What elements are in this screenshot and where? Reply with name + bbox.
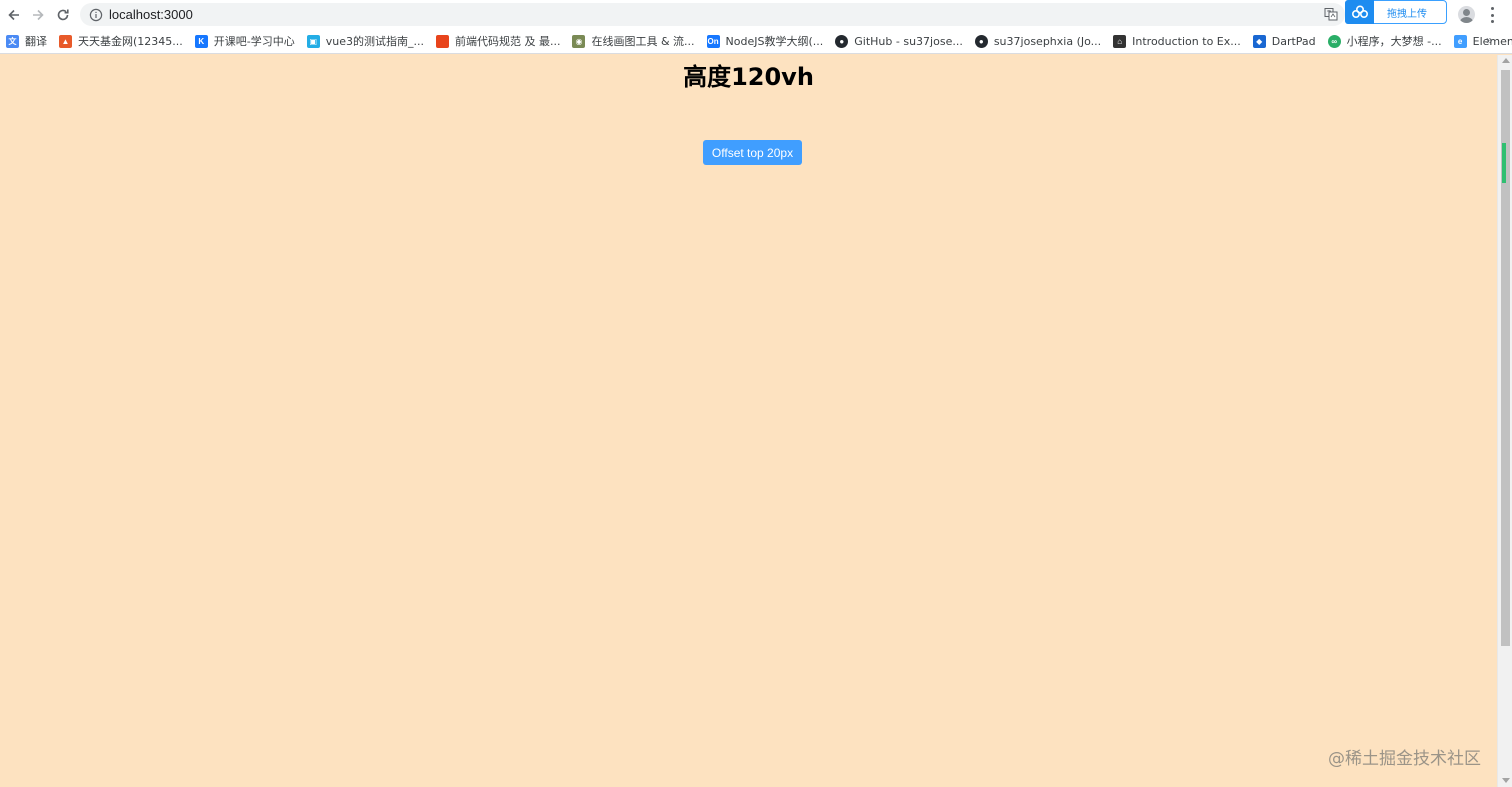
fund-icon: ▲ [59, 34, 72, 48]
scroll-up-arrow-icon[interactable] [1502, 58, 1510, 63]
bookmark-item[interactable]: ∞ 小程序，大梦想 -... [1322, 30, 1448, 52]
bookmark-label: 前端代码规范 及 最... [455, 35, 561, 48]
scrollbar-find-marker [1502, 143, 1506, 183]
github-icon: ● [974, 34, 988, 48]
code-icon [436, 34, 449, 48]
back-button[interactable] [1, 2, 26, 27]
wechat-icon: ∞ [1327, 34, 1341, 48]
forward-button[interactable] [25, 2, 50, 27]
upload-extension-label: 拖拽上传 [1387, 8, 1427, 20]
bookmark-label: 开课吧-学习中心 [213, 35, 295, 48]
watermark-text: @稀土掘金技术社区 [1328, 749, 1481, 769]
forward-arrow-icon [32, 9, 44, 20]
kaikeba-icon: K [194, 34, 208, 48]
scroll-down-arrow-icon[interactable] [1502, 778, 1510, 783]
bookmark-item[interactable]: ◆ DartPad [1247, 30, 1322, 52]
bookmark-label: GitHub - su37jose... [854, 34, 963, 48]
profile-avatar-icon[interactable] [1458, 6, 1475, 23]
address-bar[interactable]: localhost:3000 [80, 3, 1345, 26]
express-icon: ⌂ [1113, 34, 1127, 48]
bookmark-label: 在线画图工具 & 流... [591, 35, 695, 48]
baidu-cloud-icon [1345, 0, 1374, 24]
dartpad-icon: ◆ [1252, 34, 1266, 48]
bookmark-label: vue3的测试指南_... [325, 35, 424, 48]
bilibili-icon: ▣ [306, 34, 320, 48]
reload-button[interactable] [50, 2, 75, 27]
github-icon: ● [835, 34, 849, 48]
on-icon: On [706, 34, 720, 48]
bookmark-label: 翻译 [25, 35, 47, 48]
more-bookmarks-chevron-icon[interactable]: » [1486, 33, 1493, 47]
offset-top-button[interactable]: Offset top 20px [703, 140, 802, 165]
element-icon: e [1453, 34, 1467, 48]
translate-page-icon[interactable] [1324, 7, 1338, 21]
bookmark-item[interactable]: ● su37josephxia (Jo... [969, 30, 1107, 52]
bookmark-item[interactable]: K 开课吧-学习中心 [189, 30, 301, 52]
bookmarks-bar: 文翻译 ▲ 天天基金网(12345... K 开课吧-学习中心 ▣ vue3的测试指南_..… [0, 29, 1512, 54]
browser-toolbar: localhost:3000 拖拽上传 [0, 0, 1512, 29]
bookmark-item[interactable]: eElement Plus - Th... [1448, 30, 1512, 52]
page-heading: 高度120vh [683, 63, 814, 91]
page-viewport: 高度120vh Offset top 20px [0, 55, 1497, 787]
bookmark-item[interactable]: 前端代码规范 及 最... [430, 30, 566, 52]
bookmark-label: 天天基金网(12345... [78, 35, 183, 48]
bookmark-label: 小程序，大梦想 -... [1346, 35, 1442, 48]
bookmark-item[interactable]: ● GitHub - su37jose... [829, 30, 969, 52]
reload-icon [57, 9, 69, 20]
bookmark-item[interactable]: 文翻译 [0, 30, 53, 52]
bookmark-item[interactable]: ◉ 在线画图工具 & 流... [566, 30, 700, 52]
bookmark-label: su37josephxia (Jo... [993, 34, 1102, 48]
bookmark-item[interactable]: On NodeJS教学大纲(... [701, 30, 830, 52]
url-text: localhost:3000 [109, 7, 193, 22]
bookmark-item[interactable]: ⌂ Introduction to Ex... [1107, 30, 1247, 52]
bookmark-item[interactable]: ▲ 天天基金网(12345... [53, 30, 189, 52]
translate-icon: 文 [6, 34, 19, 48]
back-arrow-icon [7, 9, 19, 20]
page-scrollbar[interactable] [1497, 55, 1512, 787]
bookmark-label: Introduction to Ex... [1132, 34, 1241, 48]
draw-icon: ◉ [572, 34, 586, 48]
browser-menu-icon[interactable] [1486, 7, 1498, 23]
site-info-icon[interactable] [89, 8, 103, 22]
bookmark-item[interactable]: ▣ vue3的测试指南_... [301, 30, 430, 52]
bookmark-label: DartPad [1271, 34, 1316, 48]
bookmark-label: NodeJS教学大纲(... [725, 35, 824, 48]
upload-extension-button[interactable]: 拖拽上传 [1345, 0, 1447, 24]
